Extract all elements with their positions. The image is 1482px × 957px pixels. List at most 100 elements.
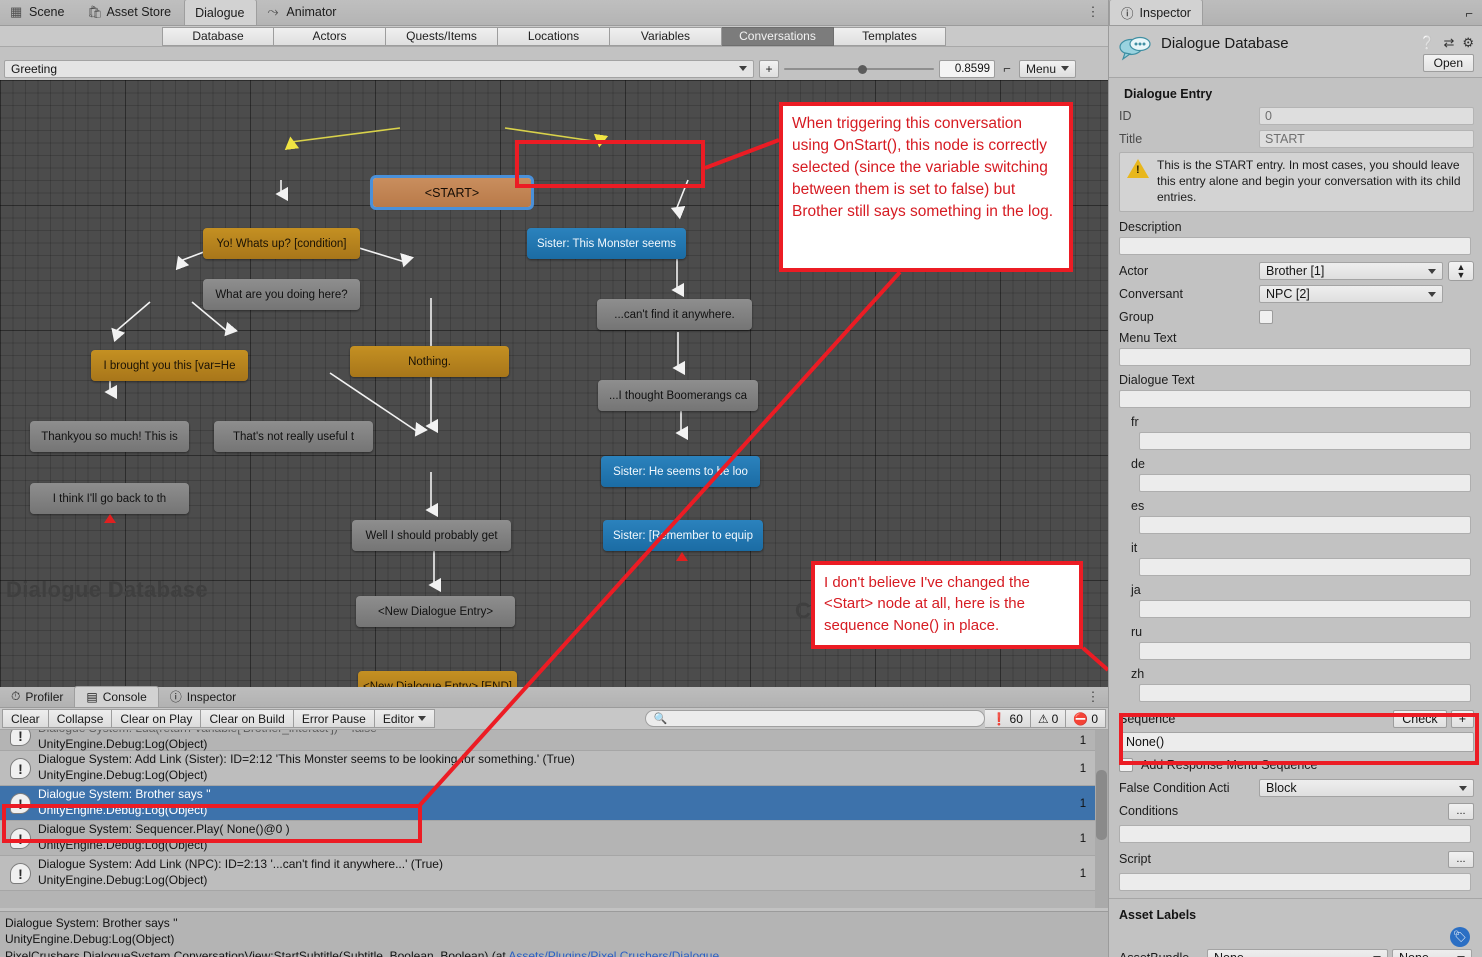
actor-stepper[interactable]: ▲ ▼ — [1448, 261, 1474, 282]
node-i-thought-boomerangs[interactable]: ...I thought Boomerangs ca — [598, 380, 758, 411]
field-label: Title — [1119, 131, 1143, 146]
tab-animator[interactable]: Animator — [257, 0, 349, 25]
log-row[interactable]: ! Dialogue System: Add Link (Sister): ID… — [0, 751, 1108, 786]
console-search-input[interactable]: 🔍 — [644, 710, 985, 727]
warning-count[interactable]: ⚠ 0 — [1030, 709, 1067, 728]
tab-asset-store[interactable]: Asset Store — [77, 0, 184, 25]
asset-label-badge[interactable]: 🏷 — [1450, 926, 1470, 947]
tab-inspector[interactable]: ⓘ Inspector — [1109, 0, 1203, 25]
node-what-are-you-doing[interactable]: What are you doing here? — [203, 279, 360, 310]
field-group: Group — [1119, 308, 1474, 327]
clear-button[interactable]: Clear — [2, 709, 49, 728]
lang-zh-input[interactable] — [1139, 683, 1471, 702]
scrollbar-thumb[interactable] — [1096, 770, 1107, 840]
tab-database[interactable]: Database — [162, 26, 274, 46]
console-options-icon[interactable]: ⋮ — [1086, 690, 1100, 706]
error-pause-button[interactable]: Error Pause — [293, 709, 375, 728]
description-input[interactable] — [1119, 236, 1471, 255]
tab-conversations[interactable]: Conversations — [722, 26, 834, 46]
gear-icon[interactable]: ⚙ — [1462, 35, 1474, 51]
node-start[interactable]: <START> — [370, 175, 534, 210]
node-thankyou-so-much[interactable]: Thankyou so much! This is — [30, 421, 189, 452]
tab-locations[interactable]: Locations — [498, 26, 610, 46]
menu-text-input[interactable] — [1119, 347, 1471, 366]
add-response-menu-checkbox[interactable] — [1119, 758, 1133, 773]
error-icon: ⛔ — [1073, 711, 1089, 726]
script-input[interactable] — [1119, 872, 1471, 891]
clear-on-build-button[interactable]: Clear on Build — [201, 709, 294, 728]
sequence-add-button[interactable]: + — [1450, 709, 1474, 728]
group-checkbox[interactable] — [1259, 310, 1273, 325]
preset-icon[interactable]: ⇄ — [1443, 35, 1454, 51]
asset-bundle-variant-dropdown[interactable]: None — [1392, 949, 1472, 957]
tab-profiler[interactable]: ⏱ Profiler — [0, 686, 74, 707]
false-condition-dropdown[interactable]: Block — [1259, 779, 1474, 798]
lang-ja-input[interactable] — [1139, 599, 1471, 618]
lang-it-input[interactable] — [1139, 557, 1471, 576]
node-sister-he-seems-to-be-looking[interactable]: Sister: He seems to be loo — [601, 456, 760, 487]
tab-label: Asset Store — [106, 5, 172, 19]
label-lang-ru: ru — [1131, 624, 1143, 639]
conversant-dropdown[interactable]: NPC [2] — [1259, 285, 1443, 304]
lock-icon[interactable]: ⌐ — [1000, 61, 1014, 76]
node-i-think-ill-go-back[interactable]: I think I'll go back to th — [30, 483, 189, 514]
log-row[interactable]: ! Dialogue System: Lua(return Variable['… — [0, 730, 1108, 751]
dialogue-text-input[interactable] — [1119, 389, 1471, 408]
slider-knob[interactable] — [857, 64, 867, 74]
tab-actors[interactable]: Actors — [274, 26, 386, 46]
node-cant-find-it-anywhere[interactable]: ...can't find it anywhere. — [597, 299, 752, 330]
log-row-selected[interactable]: ! Dialogue System: Brother says '' Unity… — [0, 786, 1108, 821]
tab-inspector[interactable]: ⓘ Inspector — [159, 686, 247, 707]
node-yo-whats-up[interactable]: Yo! Whats up? [condition] — [203, 228, 360, 259]
node-new-dialogue-entry[interactable]: <New Dialogue Entry> — [356, 596, 515, 627]
conversation-dropdown[interactable]: Greeting — [4, 59, 754, 78]
node-nothing[interactable]: Nothing. — [350, 346, 509, 377]
tab-scene[interactable]: Scene — [0, 0, 77, 25]
script-menu-button[interactable]: ... — [1448, 850, 1474, 868]
error-count[interactable]: ⛔ 0 — [1066, 709, 1106, 728]
console-detail-pane[interactable]: Dialogue System: Brother says '' UnityEn… — [0, 911, 1108, 957]
tab-dialogue[interactable]: Dialogue — [184, 0, 258, 25]
actor-dropdown[interactable]: Brother [1] — [1259, 262, 1443, 281]
conditions-input[interactable] — [1119, 824, 1471, 843]
lang-ru-input[interactable] — [1139, 641, 1471, 660]
tab-templates[interactable]: Templates — [834, 26, 946, 46]
clear-on-play-button[interactable]: Clear on Play — [112, 709, 202, 728]
node-sister-this-monster-seems[interactable]: Sister: This Monster seems — [527, 228, 686, 259]
node-thats-not-really-useful[interactable]: That's not really useful t — [214, 421, 373, 452]
editor-dropdown[interactable]: Editor — [374, 709, 436, 728]
tab-quests-items[interactable]: Quests/Items — [386, 26, 498, 46]
asset-bundle-dropdown[interactable]: None — [1207, 949, 1388, 957]
window-options-icon[interactable]: ⋮ — [1086, 5, 1100, 21]
log-row[interactable]: ! Dialogue System: Sequencer.Play( None(… — [0, 821, 1108, 856]
lang-fr-input[interactable] — [1139, 431, 1471, 450]
lang-es-input[interactable] — [1139, 515, 1471, 534]
tab-console[interactable]: ▤ Console — [74, 686, 159, 707]
help-icon[interactable]: ❔ — [1419, 35, 1435, 51]
log-count[interactable]: ❗ 60 — [984, 709, 1031, 728]
sequence-check-button[interactable]: Check — [1393, 709, 1447, 728]
menu-button[interactable]: Menu — [1019, 59, 1077, 78]
log-row[interactable]: ! Dialogue System: Add Link (NPC): ID=2:… — [0, 856, 1108, 891]
node-sister-remember-to-equip[interactable]: Sister: [Remember to equip — [603, 520, 763, 551]
chevron-down-icon — [1428, 292, 1436, 298]
info-icon: ⓘ — [1121, 7, 1134, 21]
zoom-value-field[interactable]: 0.8599 — [939, 59, 995, 78]
node-i-brought-you-this[interactable]: I brought you this [var=He — [91, 350, 248, 381]
tab-variables[interactable]: Variables — [610, 26, 722, 46]
collapse-button[interactable]: Collapse — [48, 709, 113, 728]
conditions-menu-button[interactable]: ... — [1448, 802, 1474, 820]
node-new-dialogue-entry-end[interactable]: <New Dialogue Entry> [END] — [358, 671, 517, 687]
lock-icon[interactable]: ⌐ — [1465, 6, 1473, 21]
sequence-input[interactable]: None() — [1119, 731, 1474, 752]
console-log-list[interactable]: ! Dialogue System: Lua(return Variable['… — [0, 730, 1108, 908]
zoom-slider[interactable] — [784, 60, 934, 78]
detail-link[interactable]: Assets/Plugins/Pixel Crushers/Dialogue — [508, 949, 719, 957]
lang-de-input[interactable] — [1139, 473, 1471, 492]
add-conversation-button[interactable]: + — [759, 59, 779, 78]
console-scrollbar[interactable] — [1095, 730, 1108, 908]
node-well-i-should-probably-get[interactable]: Well I should probably get — [352, 520, 511, 551]
label-menu-text: Menu Text — [1119, 330, 1177, 345]
open-button[interactable]: Open — [1422, 54, 1474, 72]
id-value: 0 — [1259, 106, 1474, 125]
